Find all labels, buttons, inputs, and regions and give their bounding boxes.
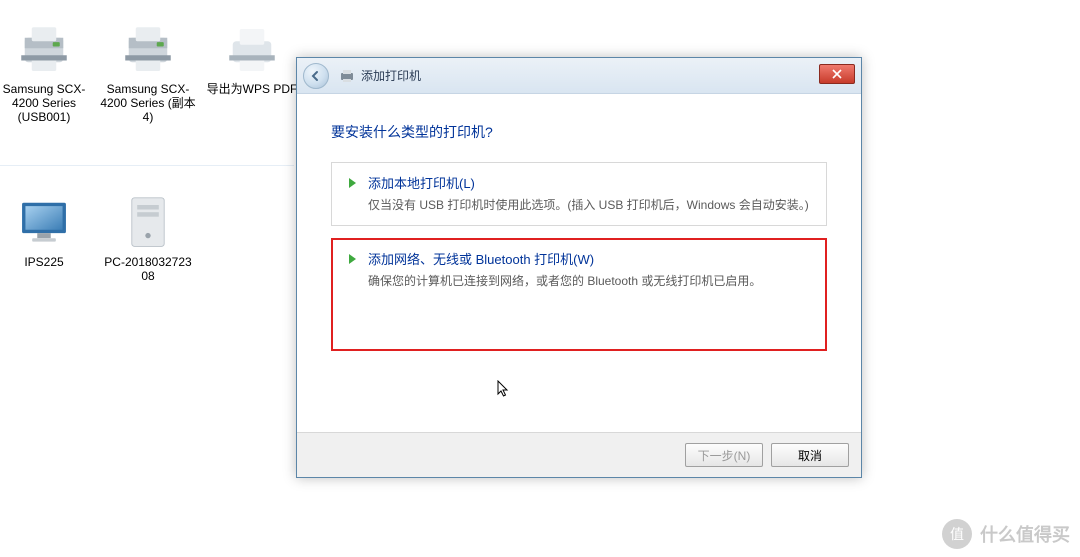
back-button[interactable] <box>303 63 329 89</box>
pc-icon <box>118 195 178 251</box>
desktop-item-printer-1[interactable]: Samsung SCX-4200 Series (USB001) <box>0 22 92 124</box>
dialog-footer: 下一步(N) 取消 <box>297 432 861 477</box>
printer-icon <box>339 68 355 84</box>
arrow-right-icon <box>346 176 360 190</box>
option-title: 添加网络、无线或 Bluetooth 打印机(W) <box>368 252 594 267</box>
desktop-item-label: Samsung SCX-4200 Series (USB001) <box>0 82 92 124</box>
option-desc: 仅当没有 USB 打印机时使用此选项。(插入 USB 打印机后，Windows … <box>368 196 812 213</box>
desktop-item-label: 导出为WPS PDF <box>204 82 300 96</box>
option-add-local-printer[interactable]: 添加本地打印机(L) 仅当没有 USB 打印机时使用此选项。(插入 USB 打印… <box>331 162 827 226</box>
printer-icon <box>222 22 282 78</box>
printer-icon <box>118 22 178 78</box>
dialog-header: 添加打印机 <box>297 58 861 94</box>
dialog-heading: 要安装什么类型的打印机? <box>331 122 827 142</box>
desktop-item-pdf-printer[interactable]: 导出为WPS PDF <box>204 22 300 96</box>
printer-icon <box>14 22 74 78</box>
next-button[interactable]: 下一步(N) <box>685 443 763 467</box>
dialog-title: 添加打印机 <box>361 67 421 84</box>
desktop-item-pc[interactable]: PC-2018032723 08 <box>100 195 196 283</box>
watermark: 值 什么值得买 <box>942 519 1070 549</box>
watermark-text: 什么值得买 <box>980 521 1070 547</box>
close-button[interactable] <box>819 64 855 84</box>
option-title: 添加本地打印机(L) <box>368 176 475 191</box>
desktop-item-label: Samsung SCX-4200 Series (副本 4) <box>100 82 196 124</box>
option-desc: 确保您的计算机已连接到网络，或者您的 Bluetooth 或无线打印机已启用。 <box>368 272 812 289</box>
dialog-body: 要安装什么类型的打印机? 添加本地打印机(L) 仅当没有 USB 打印机时使用此… <box>297 94 861 433</box>
option-add-network-printer[interactable]: 添加网络、无线或 Bluetooth 打印机(W) 确保您的计算机已连接到网络，… <box>331 238 827 351</box>
desktop-item-label: PC-2018032723 08 <box>100 255 196 283</box>
watermark-badge: 值 <box>942 519 972 549</box>
cancel-button[interactable]: 取消 <box>771 443 849 467</box>
monitor-icon <box>14 195 74 251</box>
desktop-item-printer-2[interactable]: Samsung SCX-4200 Series (副本 4) <box>100 22 196 124</box>
add-printer-dialog: 添加打印机 要安装什么类型的打印机? 添加本地打印机(L) 仅当没有 USB 打… <box>296 57 862 478</box>
separator <box>0 165 294 166</box>
desktop-item-monitor[interactable]: IPS225 <box>0 195 92 269</box>
arrow-right-icon <box>346 252 360 266</box>
desktop-item-label: IPS225 <box>0 255 92 269</box>
